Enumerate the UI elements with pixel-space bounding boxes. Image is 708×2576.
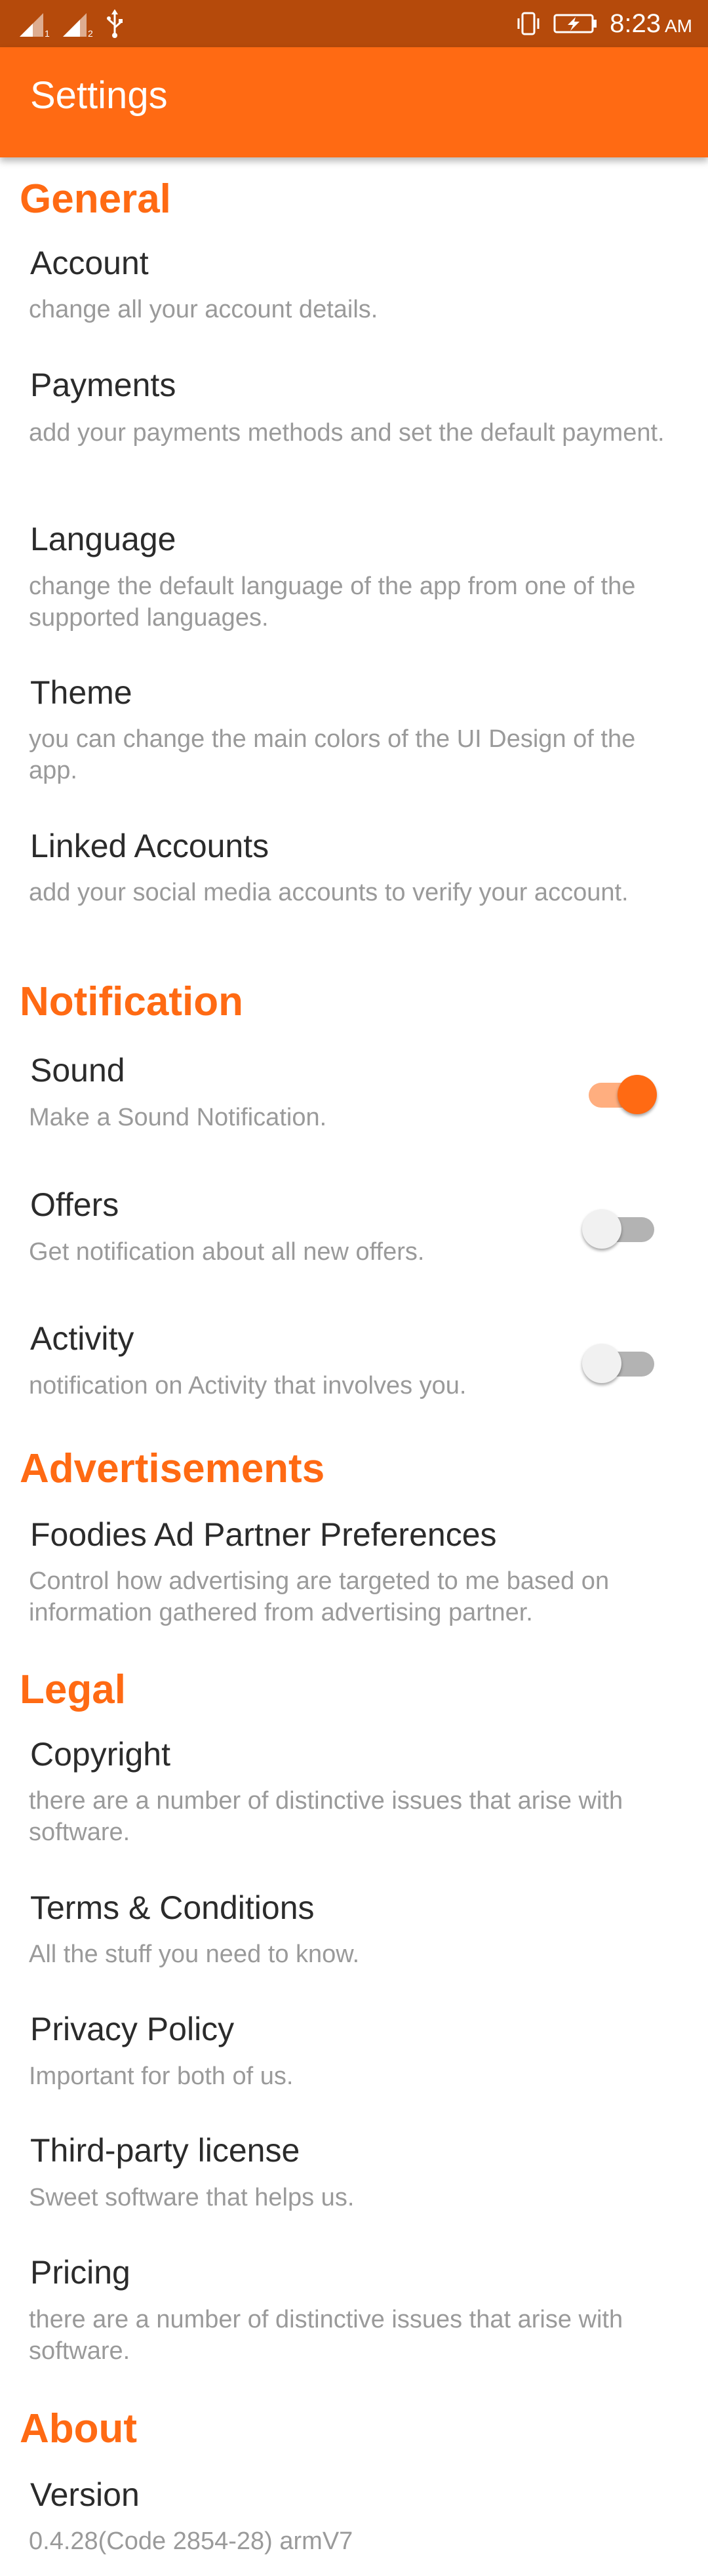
section-header-notification: Notification (20, 979, 243, 1024)
section-header-legal: Legal (20, 1667, 126, 1712)
section-header-general: General (20, 176, 171, 222)
item-subtitle: there are a number of distinctive issues… (29, 1787, 623, 1846)
clock: 8:23 AM (610, 9, 692, 39)
item-subtitle: add your payments methods and set the de… (29, 419, 665, 447)
item-subtitle: add your social media accounts to verify… (29, 879, 629, 906)
usb-icon (107, 9, 123, 38)
toggle-thumb (582, 1344, 621, 1383)
item-title: Copyright (30, 1736, 170, 1773)
item-subtitle: there are a number of distinctive issues… (29, 2306, 623, 2365)
item-title: Sound (30, 1052, 125, 1089)
clock-time: 8:23 (610, 9, 661, 38)
activity-toggle[interactable] (582, 1336, 662, 1384)
item-title: Version (30, 2476, 140, 2513)
battery-charging-icon (553, 14, 597, 33)
page-title: Settings (30, 74, 168, 117)
item-subtitle: All the stuff you need to know. (29, 1941, 360, 1968)
vibrate-icon (517, 12, 540, 35)
status-bar: 1 2 8:23 AM (0, 0, 708, 47)
section-header-advertisements: Advertisements (20, 1446, 325, 1491)
item-title: Offers (30, 1186, 119, 1223)
status-right-icons: 8:23 AM (515, 8, 692, 39)
signal-icon: 1 (20, 13, 50, 38)
item-subtitle: Sweet software that helps us. (29, 2184, 355, 2211)
item-subtitle: Make a Sound Notification. (29, 1104, 327, 1131)
section-header-about: About (20, 2406, 138, 2451)
svg-text:2: 2 (88, 28, 93, 38)
item-subtitle: Control how advertising are targeted to … (29, 1567, 610, 1626)
sound-toggle[interactable] (582, 1067, 662, 1116)
status-left-icons: 1 2 (18, 9, 125, 38)
item-title: Terms & Conditions (30, 1889, 315, 1926)
item-subtitle: change the default language of the app f… (29, 573, 636, 632)
item-title: Theme (30, 674, 132, 711)
item-title: Language (30, 521, 176, 557)
item-title: Linked Accounts (30, 828, 269, 864)
item-subtitle: Get notification about all new offers. (29, 1238, 425, 1266)
svg-text:1: 1 (45, 28, 50, 38)
item-subtitle: Important for both of us. (29, 2063, 294, 2090)
clock-ampm: AM (665, 15, 692, 36)
toggle-thumb (618, 1075, 657, 1114)
item-subtitle: 0.4.28(Code 2854-28) armV7 (29, 2527, 353, 2555)
item-subtitle: you can change the main colors of the UI… (29, 725, 636, 784)
item-title: Payments (30, 367, 176, 403)
item-title: Account (30, 245, 149, 281)
item-title: Third-party license (30, 2132, 300, 2169)
item-title: Pricing (30, 2254, 130, 2291)
signal-icon: 2 (63, 13, 93, 38)
item-subtitle: change all your account details. (29, 296, 378, 323)
item-title: Foodies Ad Partner Preferences (30, 1516, 497, 1553)
offers-toggle[interactable] (582, 1201, 662, 1250)
app-bar: Settings (0, 47, 708, 157)
item-title: Activity (30, 1320, 134, 1357)
item-title: Privacy Policy (30, 2011, 235, 2047)
toggle-thumb (582, 1209, 621, 1249)
item-subtitle: notification on Activity that involves y… (29, 1372, 467, 1399)
